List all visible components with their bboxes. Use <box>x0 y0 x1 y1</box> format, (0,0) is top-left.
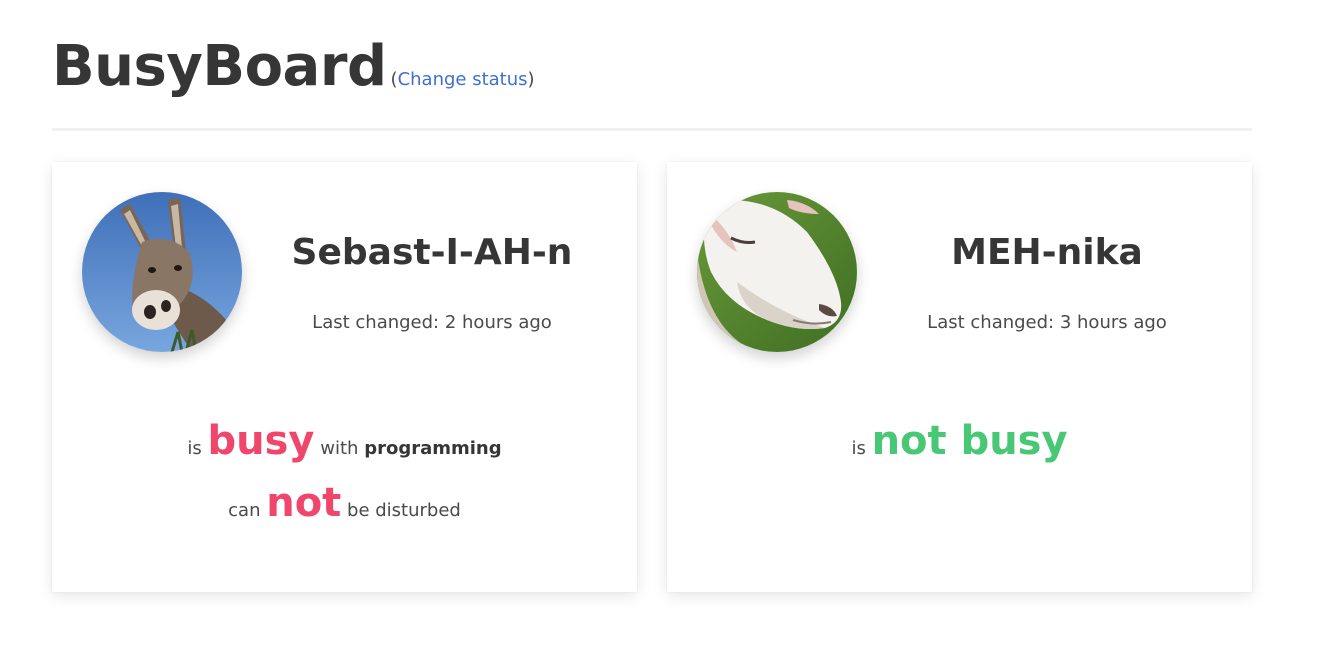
not-busy-state-word: not busy <box>871 418 1068 464</box>
disturb-status-line: can not be disturbed <box>52 480 637 526</box>
not-busy-status-line: is not busy <box>667 418 1252 464</box>
close-paren: ) <box>527 69 535 90</box>
with-text: with <box>320 438 359 459</box>
person-name: Sebast-I-AH-n <box>291 232 573 273</box>
busy-state-word: busy <box>207 418 315 464</box>
not-word: not <box>266 480 342 526</box>
donkey-avatar-icon <box>82 192 242 352</box>
open-paren: ( <box>390 69 398 90</box>
status-prefix: is <box>187 438 202 459</box>
page-title: BusyBoard <box>52 34 387 99</box>
status-prefix: is <box>851 438 866 459</box>
change-status-wrapper: (Change status) <box>391 69 535 90</box>
busy-status-line: is busy with programming <box>52 418 637 464</box>
sheep-avatar-icon <box>697 192 857 352</box>
disturb-text: be disturbed <box>347 500 461 521</box>
person-card-menika: MEH-nika Last changed: 3 hours ago is no… <box>667 162 1252 592</box>
last-changed-text: Last changed: 3 hours ago <box>927 312 1167 333</box>
activity-text: programming <box>364 438 502 459</box>
person-card-sebastian: Sebast-I-AH-n Last changed: 2 hours ago … <box>52 162 637 592</box>
change-status-link[interactable]: Change status <box>398 69 528 90</box>
person-name: MEH-nika <box>951 232 1143 273</box>
last-changed-text: Last changed: 2 hours ago <box>312 312 552 333</box>
page-header: BusyBoard (Change status) <box>52 36 535 98</box>
header-divider <box>52 128 1252 131</box>
can-text: can <box>228 500 261 521</box>
page: BusyBoard (Change status) Sebast-I-AH-n … <box>0 0 1333 653</box>
